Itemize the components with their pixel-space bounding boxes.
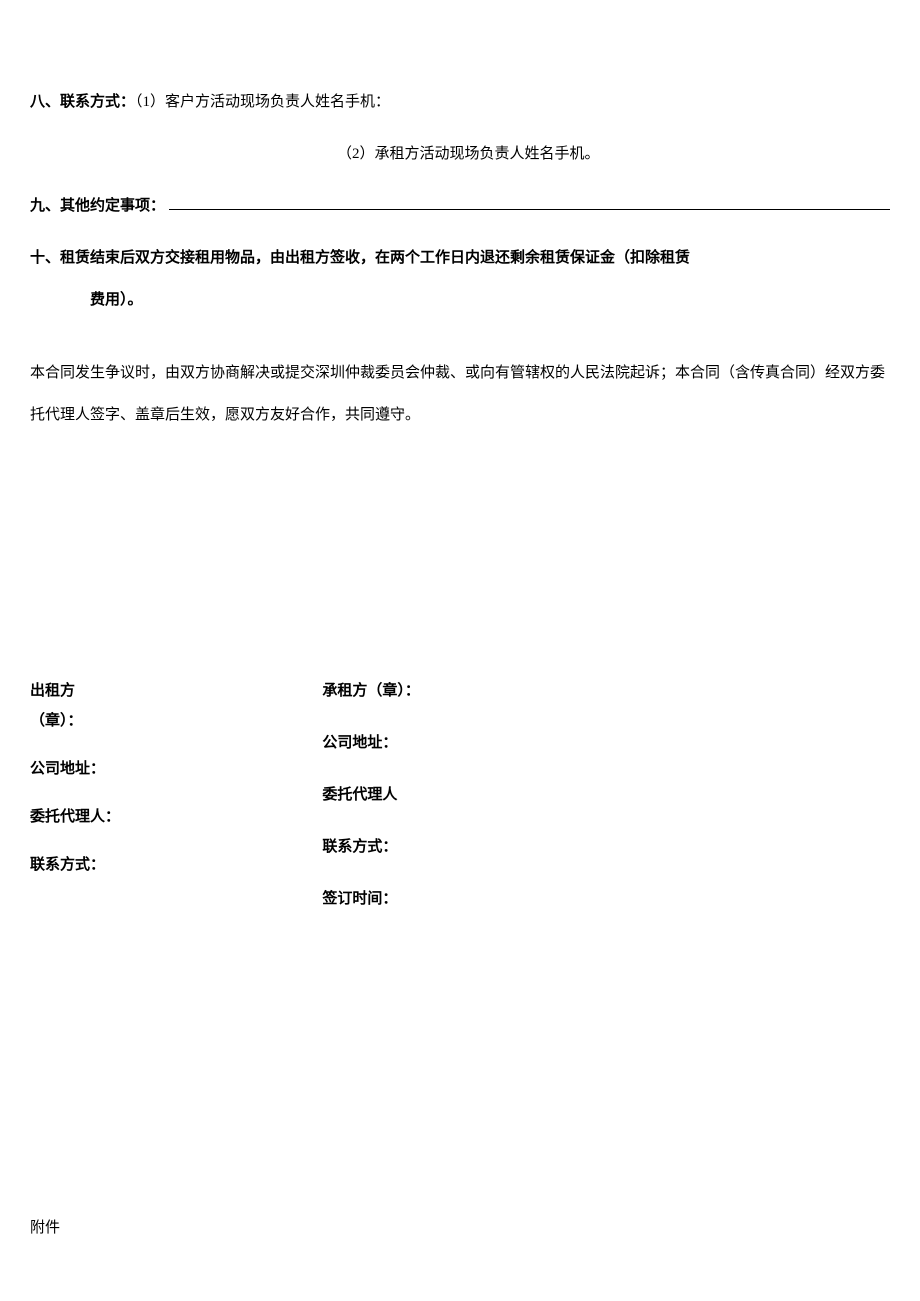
clause-10-line2: 费用）。 bbox=[30, 288, 890, 312]
clause-8-item2-text: 承租方活动现场负责人姓名手机。 bbox=[375, 146, 600, 162]
lessee-party-label: 承租方（章）： bbox=[322, 676, 890, 706]
document-page: 八、联系方式：（1）客户方活动现场负责人姓名手机： （2）承租方活动现场负责人姓… bbox=[0, 0, 920, 1301]
lessor-contact-label: 联系方式： bbox=[30, 850, 322, 880]
attachment-label: 附件 bbox=[30, 1216, 890, 1240]
clause-10-text1: 租赁结束后双方交接租用物品，由出租方签收，在两个工作日内退还剩余租赁保证金（扣除… bbox=[60, 250, 690, 266]
lessee-address-label: 公司地址： bbox=[322, 728, 890, 758]
lessee-contact-label: 联系方式： bbox=[322, 832, 890, 862]
clause-8-label: 八、联系方式： bbox=[30, 94, 135, 110]
clause-8-item2-prefix: （2） bbox=[337, 146, 375, 162]
lessor-party-line2: （章）： bbox=[30, 706, 322, 736]
lessor-party: 出租方 （章）： bbox=[30, 676, 322, 736]
lessee-column: 承租方（章）： 公司地址： 委托代理人 联系方式： 签订时间： bbox=[322, 676, 890, 936]
lessee-date-label: 签订时间： bbox=[322, 884, 890, 914]
lessor-agent-label: 委托代理人： bbox=[30, 802, 322, 832]
dispute-text: 本合同发生争议时，由双方协商解决或提交深圳仲裁委员会仲裁、或向有管辖权的人民法院… bbox=[30, 365, 885, 423]
clause-9: 九、其他约定事项： bbox=[30, 194, 890, 218]
clause-8-item1-text: 客户方活动现场负责人姓名手机： bbox=[165, 94, 390, 110]
clause-8: 八、联系方式：（1）客户方活动现场负责人姓名手机： bbox=[30, 90, 890, 114]
clause-8-item2: （2）承租方活动现场负责人姓名手机。 bbox=[30, 142, 890, 166]
signature-block: 出租方 （章）： 公司地址： 委托代理人： 联系方式： 承租方（章）： 公司地址… bbox=[30, 676, 890, 936]
dispute-paragraph: 本合同发生争议时，由双方协商解决或提交深圳仲裁委员会仲裁、或向有管辖权的人民法院… bbox=[30, 352, 890, 436]
clause-10-label: 十、 bbox=[30, 250, 60, 266]
clause-9-blank[interactable] bbox=[169, 195, 890, 210]
clause-8-item1-prefix: （1） bbox=[135, 94, 165, 110]
lessor-address-label: 公司地址： bbox=[30, 754, 322, 784]
clause-9-label: 九、其他约定事项： bbox=[30, 194, 165, 218]
lessor-column: 出租方 （章）： 公司地址： 委托代理人： 联系方式： bbox=[30, 676, 322, 936]
clause-10-line1: 十、租赁结束后双方交接租用物品，由出租方签收，在两个工作日内退还剩余租赁保证金（… bbox=[30, 246, 890, 270]
lessee-agent-label: 委托代理人 bbox=[322, 780, 890, 810]
clause-10-text2: 费用）。 bbox=[90, 292, 143, 308]
lessor-party-line1: 出租方 bbox=[30, 676, 322, 706]
